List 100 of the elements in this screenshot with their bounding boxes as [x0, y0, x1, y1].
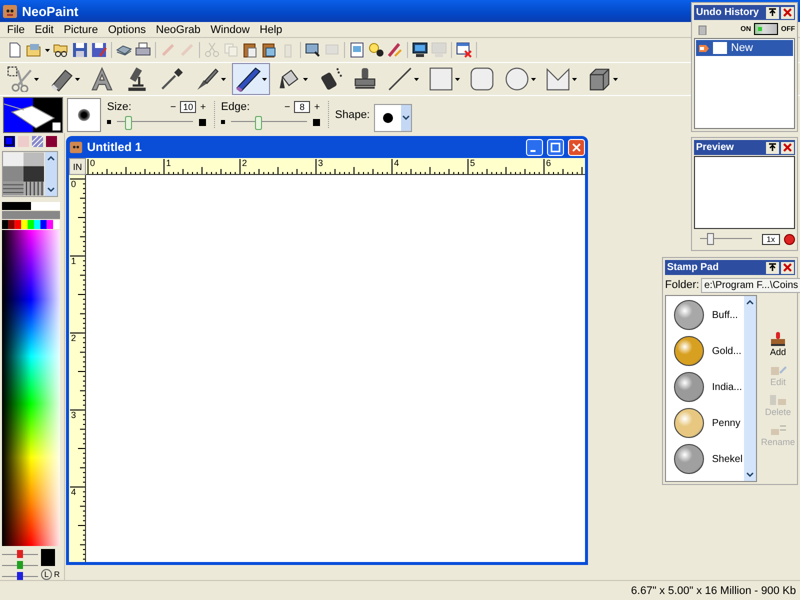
current-color-swatch[interactable] [41, 549, 55, 566]
caret-icon[interactable] [34, 78, 39, 80]
pin-icon [768, 263, 777, 272]
menu-item[interactable]: NeoGrab [150, 24, 206, 36]
caret-icon[interactable] [531, 78, 536, 80]
large-square-icon [199, 118, 206, 126]
brush-wand-icon[interactable] [387, 42, 403, 58]
ruler-unit[interactable]: IN [69, 158, 86, 175]
decrease-button[interactable]: − [284, 102, 290, 112]
line-icon [387, 66, 413, 92]
folder-glasses-icon[interactable] [53, 42, 69, 58]
close-button[interactable] [781, 6, 794, 18]
slider-thumb[interactable] [17, 572, 23, 580]
caret-icon[interactable] [262, 78, 267, 80]
stamp-label[interactable]: India... [712, 382, 742, 392]
document-picture-icon[interactable] [349, 42, 365, 58]
left-button-label[interactable]: L [41, 569, 52, 580]
slider-thumb[interactable] [254, 116, 262, 130]
caret-icon[interactable] [455, 78, 460, 80]
menu-item[interactable]: Edit [30, 24, 59, 36]
slider-thumb[interactable] [707, 233, 714, 245]
crop-icon[interactable] [305, 42, 321, 58]
bulb-icon[interactable] [368, 42, 384, 58]
status-text: 6.67" x 5.00" x 16 Million - 900 Kb [631, 584, 796, 596]
app-icon [2, 3, 18, 19]
ruler-label: 1 [71, 257, 76, 266]
slider-thumb[interactable] [125, 116, 132, 130]
window-close-icon[interactable] [456, 42, 472, 58]
ruler-label: 6 [546, 159, 552, 168]
maximize-button[interactable] [547, 138, 564, 156]
decrease-button[interactable]: − [170, 102, 176, 112]
polygon-icon [545, 66, 571, 92]
caret-icon[interactable] [75, 78, 80, 80]
pin-button[interactable] [766, 262, 779, 274]
slider-thumb[interactable] [17, 561, 23, 569]
floppy-disk-pen-icon[interactable] [91, 42, 107, 58]
caret-icon[interactable] [572, 78, 577, 80]
toggle-switch[interactable] [754, 23, 778, 35]
pin-icon [768, 143, 777, 152]
close-button[interactable] [568, 138, 585, 156]
close-button[interactable] [781, 142, 794, 154]
shape-label: Shape: [335, 108, 370, 120]
stamp-label[interactable]: Gold... [712, 346, 742, 356]
increase-button[interactable]: + [200, 102, 206, 112]
pattern-fill-icon[interactable] [32, 136, 43, 147]
shape-dropdown[interactable] [374, 104, 412, 132]
scissors-icon [7, 66, 33, 92]
color-spectrum[interactable] [2, 202, 60, 546]
brush-tip-preview [67, 98, 101, 132]
menu-item[interactable]: File [2, 24, 30, 36]
app-icon [69, 140, 83, 154]
coin-thumbnail[interactable] [674, 300, 704, 330]
trash-icon[interactable] [698, 24, 707, 34]
panel-title: Stamp Pad [667, 262, 720, 273]
stamp-action-icon [769, 330, 787, 346]
slider-thumb[interactable] [17, 550, 23, 558]
edge-value-field[interactable]: 8 [294, 101, 310, 113]
history-item[interactable]: New [696, 40, 793, 56]
increase-button[interactable]: + [314, 102, 320, 112]
record-button[interactable] [784, 234, 795, 244]
stamp-action-button[interactable]: Add [769, 330, 787, 356]
caret-icon[interactable] [303, 78, 308, 80]
ruler-label: 2 [71, 334, 76, 343]
stamp-label[interactable]: Buff... [712, 310, 738, 320]
window-title: NeoPaint [22, 4, 78, 18]
caret-icon[interactable] [414, 78, 419, 80]
rectangle-icon [428, 66, 454, 92]
monitor-icon[interactable] [412, 42, 428, 58]
stamp-label[interactable]: Penny [712, 418, 740, 428]
folder-path-field[interactable]: e:\Program F...\Coins [701, 278, 800, 292]
menu-item[interactable]: Picture [58, 24, 103, 36]
caret-icon[interactable] [613, 78, 618, 80]
text-icon [89, 66, 115, 92]
folder-label: Folder: [665, 279, 700, 291]
menu-item[interactable]: Options [102, 24, 151, 36]
coin-thumbnail[interactable] [674, 372, 704, 402]
clipboard-picture-icon[interactable] [261, 42, 277, 58]
stamp-label[interactable]: Shekel [712, 454, 743, 464]
menu-item[interactable]: Help [254, 24, 288, 36]
coin-thumbnail[interactable] [674, 444, 704, 474]
paste-icon[interactable] [242, 42, 258, 58]
coin-thumbnail[interactable] [674, 408, 704, 438]
blank-page-icon[interactable] [7, 42, 23, 58]
print-icon[interactable] [135, 42, 151, 58]
minimize-button[interactable] [526, 138, 543, 156]
coin-thumbnail[interactable] [674, 336, 704, 366]
right-button-label[interactable]: R [54, 570, 60, 579]
caret-icon[interactable] [45, 48, 50, 52]
size-value-field[interactable]: 10 [180, 101, 196, 113]
caret-icon[interactable] [221, 78, 226, 80]
pin-button[interactable] [766, 6, 779, 18]
panel-title: Preview [696, 142, 735, 153]
stamp-icon [352, 66, 378, 92]
pattern-swatches[interactable] [3, 152, 44, 196]
tool-button[interactable] [232, 63, 270, 95]
scrollbar[interactable] [744, 296, 756, 481]
menu-item[interactable]: Window [206, 24, 255, 36]
scrollbar[interactable] [45, 152, 57, 196]
pin-button[interactable] [766, 142, 779, 154]
close-button[interactable] [781, 262, 794, 274]
